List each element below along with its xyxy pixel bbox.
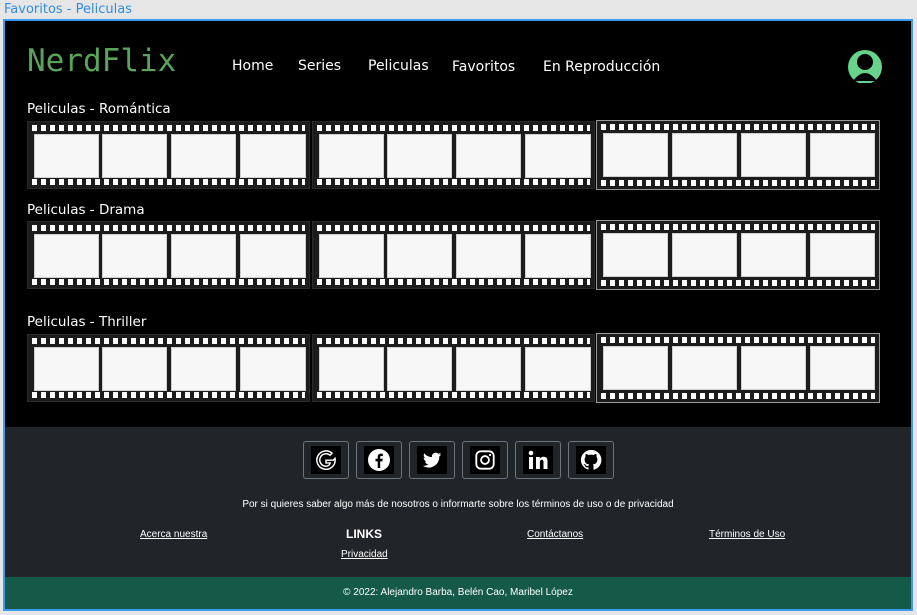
reel (596, 120, 880, 190)
nav-favoritos[interactable]: Favoritos (452, 59, 515, 75)
movie-card[interactable] (810, 346, 875, 390)
film-strip-thriller (27, 333, 880, 403)
user-avatar-icon[interactable] (845, 49, 885, 84)
google-button[interactable] (303, 441, 349, 479)
film-strip-drama (27, 220, 880, 290)
movie-card[interactable] (171, 234, 236, 278)
movie-card[interactable] (741, 233, 806, 277)
movie-card[interactable] (810, 133, 875, 177)
reel (27, 334, 310, 402)
category-title-thriller: Peliculas - Thriller (27, 314, 147, 330)
movie-card[interactable] (456, 134, 521, 178)
movie-card[interactable] (240, 234, 306, 278)
movie-card[interactable] (319, 234, 384, 278)
footer-description: Por si quieres saber algo más de nosotro… (242, 499, 674, 510)
footer: Por si quieres saber algo más de nosotro… (5, 427, 911, 577)
nav-peliculas[interactable]: Peliculas (368, 58, 429, 74)
movie-card[interactable] (672, 133, 737, 177)
nav-home[interactable]: Home (232, 58, 273, 74)
reel (27, 221, 310, 289)
google-icon (311, 446, 341, 474)
movie-card[interactable] (603, 133, 668, 177)
movie-card[interactable] (810, 233, 875, 277)
github-icon (576, 446, 606, 474)
links-heading: LINKS (346, 527, 382, 541)
about-link[interactable]: Acerca nuestra (140, 529, 207, 540)
movie-card[interactable] (102, 134, 167, 178)
reel (312, 334, 595, 402)
category-title-drama: Peliculas - Drama (27, 202, 145, 218)
movie-card[interactable] (456, 347, 521, 391)
movie-card[interactable] (171, 347, 236, 391)
terms-link[interactable]: Términos de Uso (709, 529, 785, 540)
linkedin-button[interactable] (515, 441, 561, 479)
twitter-icon (417, 446, 447, 474)
copyright-text: © 2022: Alejandro Barba, Belén Cao, Mari… (343, 587, 573, 598)
movie-card[interactable] (319, 134, 384, 178)
nav-en-reproduccion[interactable]: En Reproducción (543, 59, 660, 75)
movie-card[interactable] (387, 347, 452, 391)
movie-card[interactable] (387, 134, 452, 178)
copyright-bar: © 2022: Alejandro Barba, Belén Cao, Mari… (5, 577, 911, 609)
reel (312, 121, 595, 189)
privacy-link[interactable]: Privacidad (341, 549, 388, 560)
movie-card[interactable] (387, 234, 452, 278)
nav-series[interactable]: Series (298, 58, 341, 74)
movie-card[interactable] (741, 346, 806, 390)
reel (312, 221, 595, 289)
movie-card[interactable] (525, 347, 591, 391)
movie-card[interactable] (456, 234, 521, 278)
movie-card[interactable] (102, 234, 167, 278)
github-button[interactable] (568, 441, 614, 479)
movie-card[interactable] (240, 347, 306, 391)
facebook-button[interactable] (356, 441, 402, 479)
reel (27, 121, 310, 189)
movie-card[interactable] (34, 134, 99, 178)
movie-card[interactable] (319, 347, 384, 391)
movie-card[interactable] (240, 134, 306, 178)
app-window: NerdFlix Home Series Peliculas Favoritos… (3, 19, 913, 611)
linkedin-icon (523, 446, 553, 474)
movie-card[interactable] (102, 347, 167, 391)
film-strip-romantica (27, 120, 880, 190)
instagram-button[interactable] (462, 441, 508, 479)
movie-card[interactable] (525, 134, 591, 178)
reel (596, 333, 880, 403)
movie-card[interactable] (171, 134, 236, 178)
movie-card[interactable] (672, 346, 737, 390)
instagram-icon (470, 446, 500, 474)
movie-card[interactable] (603, 233, 668, 277)
movie-card[interactable] (525, 234, 591, 278)
movie-card[interactable] (672, 233, 737, 277)
movie-card[interactable] (603, 346, 668, 390)
movie-card[interactable] (741, 133, 806, 177)
logo[interactable]: NerdFlix (27, 43, 176, 79)
contact-link[interactable]: Contáctanos (527, 529, 583, 540)
window-title: Favoritos - Peliculas (4, 2, 132, 17)
twitter-button[interactable] (409, 441, 455, 479)
reel (596, 220, 880, 290)
movie-card[interactable] (34, 347, 99, 391)
facebook-icon (364, 446, 394, 474)
category-title-romantica: Peliculas - Romántica (27, 101, 171, 117)
movie-card[interactable] (34, 234, 99, 278)
